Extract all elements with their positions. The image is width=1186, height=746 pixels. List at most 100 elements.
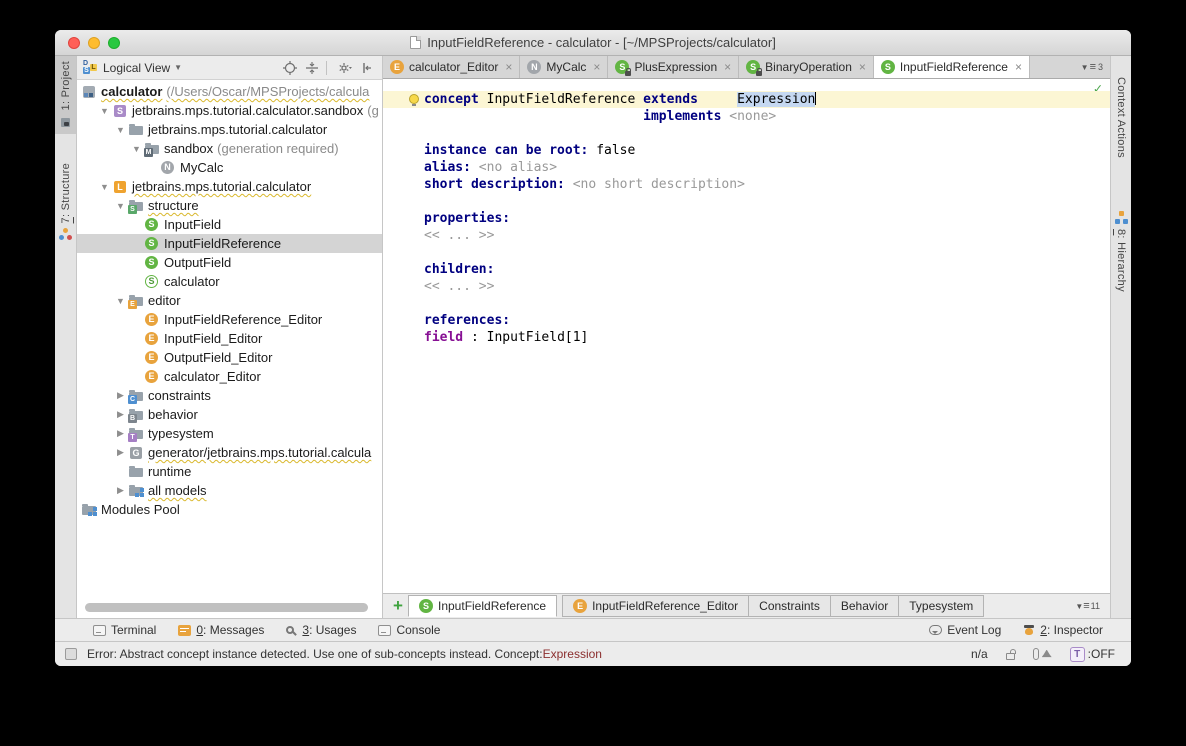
tree-row[interactable]: ▼Eeditor xyxy=(77,291,382,310)
2-inspector-button[interactable]: 2: Inspector xyxy=(1023,623,1103,637)
expand-arrow[interactable]: ▶ xyxy=(113,390,128,401)
aspect-tab[interactable]: SInputFieldReference xyxy=(408,595,557,617)
add-aspect-button[interactable]: + xyxy=(387,596,409,616)
tree-row[interactable]: EOutputField_Editor xyxy=(77,348,382,367)
tree-row[interactable]: Modules Pool xyxy=(77,500,382,519)
background-tasks-icon[interactable] xyxy=(65,648,77,660)
locate-icon[interactable] xyxy=(281,59,299,77)
tree-row[interactable]: ▼jetbrains.mps.tutorial.calculator xyxy=(77,120,382,139)
editor-tab[interactable]: Ecalculator_Editor× xyxy=(383,56,520,78)
right-toolwindow-strip: Context Actions 8: Hierarchy xyxy=(1110,56,1131,618)
tree-row[interactable]: ▶Cconstraints xyxy=(77,386,382,405)
editor-line[interactable]: field : InputField[1] xyxy=(383,329,1110,346)
aspect-tab[interactable]: EInputFieldReference_Editor xyxy=(562,595,749,617)
s-circle-icon: S xyxy=(144,217,160,233)
tree-row[interactable]: ▶Bbehavior xyxy=(77,405,382,424)
aspect-tab[interactable]: Behavior xyxy=(830,595,899,617)
expand-arrow[interactable]: ▼ xyxy=(97,182,112,192)
close-window-button[interactable] xyxy=(68,37,80,49)
tree-row[interactable]: ▶Ggenerator/jetbrains.mps.tutorial.calcu… xyxy=(77,443,382,462)
editor-line[interactable]: << ... >> xyxy=(383,227,1110,244)
event-log-button[interactable]: Event Log xyxy=(929,623,1001,637)
expand-arrow[interactable]: ▶ xyxy=(113,428,128,439)
tree-row[interactable]: runtime xyxy=(77,462,382,481)
lock-icon[interactable] xyxy=(1006,649,1015,660)
expand-arrow[interactable]: ▼ xyxy=(129,144,144,154)
tree-row[interactable]: ▼Msandbox (generation required) xyxy=(77,139,382,158)
s-circle-icon: S xyxy=(144,236,160,252)
aspect-tab[interactable]: Constraints xyxy=(748,595,831,617)
tree-row[interactable]: SInputField xyxy=(77,215,382,234)
tree-row[interactable]: ▶Ttypesystem xyxy=(77,424,382,443)
view-selector[interactable]: Logical View xyxy=(103,61,170,75)
editor-line[interactable]: concept InputFieldReference extends Expr… xyxy=(383,91,1110,108)
tab-close-icon[interactable]: × xyxy=(1015,60,1022,74)
editor-content[interactable]: ✓ concept InputFieldReference extends Ex… xyxy=(383,79,1110,593)
tab-close-icon[interactable]: × xyxy=(505,60,512,74)
toolwindow-tab-hierarchy[interactable]: 8: Hierarchy xyxy=(1111,196,1131,306)
expand-arrow[interactable]: ▼ xyxy=(113,296,128,306)
tab-close-icon[interactable]: × xyxy=(859,60,866,74)
tree-row[interactable]: ▼Sjetbrains.mps.tutorial.calculator.sand… xyxy=(77,101,382,120)
tree-row[interactable]: calculator (/Users/Oscar/MPSProjects/cal… xyxy=(77,82,382,101)
tree-row[interactable]: SInputFieldReference xyxy=(77,234,382,253)
typing-mode-toggle[interactable]: T :OFF xyxy=(1070,647,1115,662)
editor-line[interactable]: children: xyxy=(383,261,1110,278)
hector-icon[interactable] xyxy=(1033,648,1052,660)
minimize-window-button[interactable] xyxy=(88,37,100,49)
horizontal-scrollbar[interactable] xyxy=(85,603,368,612)
editor-tab-label: MyCalc xyxy=(546,60,586,74)
expand-arrow[interactable]: ▶ xyxy=(113,485,128,496)
tree-row[interactable]: ▶all models xyxy=(77,481,382,500)
tree-row[interactable]: Scalculator xyxy=(77,272,382,291)
tree-row[interactable]: Ecalculator_Editor xyxy=(77,367,382,386)
0-messages-button[interactable]: 0: Messages xyxy=(178,623,264,637)
gear-icon[interactable] xyxy=(336,59,354,77)
expand-arrow[interactable]: ▶ xyxy=(113,409,128,420)
terminal-button[interactable]: Terminal xyxy=(93,623,156,637)
tree-row[interactable]: EInputField_Editor xyxy=(77,329,382,348)
tab-list-dropdown[interactable]: ▼≡3 xyxy=(1074,56,1110,78)
toolwindow-tab-structure[interactable]: 7: Structure xyxy=(55,148,76,256)
hide-panel-icon[interactable] xyxy=(358,59,376,77)
editor-line[interactable]: << ... >> xyxy=(383,278,1110,295)
tab-close-icon[interactable]: × xyxy=(724,60,731,74)
list-icon: ≡ xyxy=(1083,600,1089,612)
editor-line[interactable]: alias: <no alias> xyxy=(383,159,1110,176)
expand-arrow[interactable]: ▶ xyxy=(113,447,128,458)
tree-row[interactable]: ▼Ljetbrains.mps.tutorial.calculator xyxy=(77,177,382,196)
tree-row[interactable]: ▼Sstructure xyxy=(77,196,382,215)
editor-tab[interactable]: NMyCalc× xyxy=(520,56,608,78)
editor-tab[interactable]: SInputFieldReference× xyxy=(874,56,1030,78)
zoom-window-button[interactable] xyxy=(108,37,120,49)
tab-close-icon[interactable]: × xyxy=(593,60,600,74)
editor-line[interactable]: instance can be root: false xyxy=(383,142,1110,159)
3-usages-button[interactable]: 3: Usages xyxy=(286,623,356,637)
intention-bulb-icon[interactable] xyxy=(409,94,419,104)
expand-arrow[interactable]: ▼ xyxy=(113,125,128,135)
toolwindow-tab-context-actions[interactable]: Context Actions xyxy=(1111,62,1131,172)
editor-tab[interactable]: SPlusExpression× xyxy=(608,56,739,78)
aspect-list-dropdown[interactable]: ▼≡11 xyxy=(1069,600,1106,612)
tree-row[interactable]: EInputFieldReference_Editor xyxy=(77,310,382,329)
editor-line[interactable] xyxy=(383,193,1110,210)
editor-line[interactable] xyxy=(383,295,1110,312)
editor-line[interactable]: short description: <no short description… xyxy=(383,176,1110,193)
tree-row[interactable]: SOutputField xyxy=(77,253,382,272)
lock-icon xyxy=(625,71,631,76)
editor-line[interactable]: properties: xyxy=(383,210,1110,227)
editor-line[interactable]: references: xyxy=(383,312,1110,329)
console-button[interactable]: Console xyxy=(378,623,440,637)
document-icon xyxy=(410,36,421,49)
aspect-tab[interactable]: Typesystem xyxy=(898,595,984,617)
expand-arrow[interactable]: ▼ xyxy=(113,201,128,211)
editor-line[interactable] xyxy=(383,244,1110,261)
tree-row[interactable]: NMyCalc xyxy=(77,158,382,177)
editor-tab[interactable]: SBinaryOperation× xyxy=(739,56,874,78)
code-segment: implements xyxy=(643,109,721,124)
editor-line[interactable]: implements <none> xyxy=(383,108,1110,125)
editor-line[interactable] xyxy=(383,125,1110,142)
expand-arrow[interactable]: ▼ xyxy=(97,106,112,116)
toolwindow-tab-project[interactable]: 1: Project xyxy=(55,56,76,134)
collapse-all-icon[interactable] xyxy=(303,59,321,77)
